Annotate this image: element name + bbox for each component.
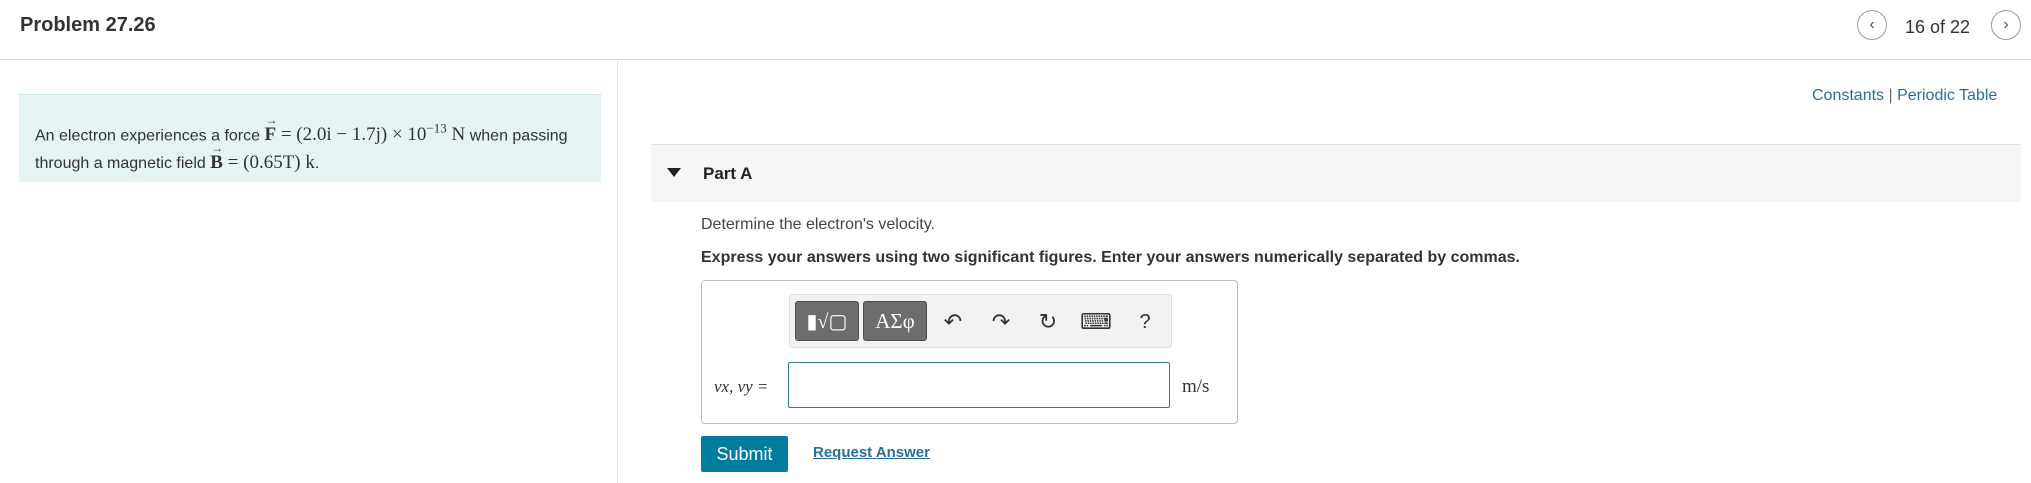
reset-icon[interactable]: ↻	[1035, 309, 1061, 335]
answer-units: m/s	[1182, 376, 1210, 397]
caret-down-icon[interactable]	[667, 168, 681, 177]
answer-variable-label: vx, vy =	[714, 377, 769, 396]
link-separator: |	[1884, 87, 1898, 104]
top-bar: Problem 27.26 ‹ 16 of 22 ›	[0, 0, 2031, 60]
part-label: Part A	[703, 164, 753, 183]
periodic-table-link[interactable]: Periodic Table	[1897, 87, 1997, 104]
chevron-left-icon[interactable]: ‹	[1857, 10, 1887, 40]
problem-text-end: .	[314, 155, 320, 173]
keyboard-icon[interactable]: ⌨	[1080, 309, 1112, 335]
field-equation: B = (0.65T) k	[210, 135, 315, 176]
answer-input[interactable]	[788, 362, 1170, 408]
field-expression: = (0.65T) k	[222, 152, 315, 174]
math-toolbar: ▮√▢ ΑΣφ ↶ ↷ ↻ ⌨ ?	[789, 294, 1172, 348]
answer-panel: ▮√▢ ΑΣφ ↶ ↷ ↻ ⌨ ? vx, vy = m/s	[701, 280, 1238, 424]
help-icon[interactable]: ?	[1132, 309, 1158, 335]
instructions-text: Express your answers using two significa…	[701, 249, 1520, 266]
redo-icon[interactable]: ↷	[988, 309, 1014, 335]
field-vector-symbol: B	[210, 135, 223, 176]
request-answer-link[interactable]: Request Answer	[813, 444, 930, 461]
force-unit: N	[446, 124, 466, 146]
greek-symbols-button[interactable]: ΑΣφ	[863, 301, 927, 341]
templates-button[interactable]: ▮√▢	[795, 301, 859, 341]
column-divider	[617, 61, 618, 483]
constants-link[interactable]: Constants	[1812, 87, 1884, 104]
force-expression: = (2.0i − 1.7j) × 10	[276, 124, 427, 146]
problem-counter: 16 of 22	[1905, 17, 1971, 37]
force-equation: F = (2.0i − 1.7j) × 10−13 N	[264, 107, 466, 148]
resource-links: Constants | Periodic Table	[1812, 87, 1997, 105]
question-text: Determine the electron's velocity.	[701, 216, 935, 233]
submit-button[interactable]: Submit	[701, 436, 788, 472]
page-title: Problem 27.26	[20, 14, 156, 36]
chevron-right-icon[interactable]: ›	[1991, 10, 2021, 40]
force-exponent: −13	[426, 121, 447, 136]
part-a-header[interactable]: Part A	[651, 144, 2021, 202]
problem-statement: An electron experiences a force F = (2.0…	[19, 94, 601, 182]
problem-text-intro: An electron experiences a force	[35, 127, 265, 145]
undo-icon[interactable]: ↶	[940, 309, 966, 335]
force-vector-symbol: F	[264, 107, 277, 148]
